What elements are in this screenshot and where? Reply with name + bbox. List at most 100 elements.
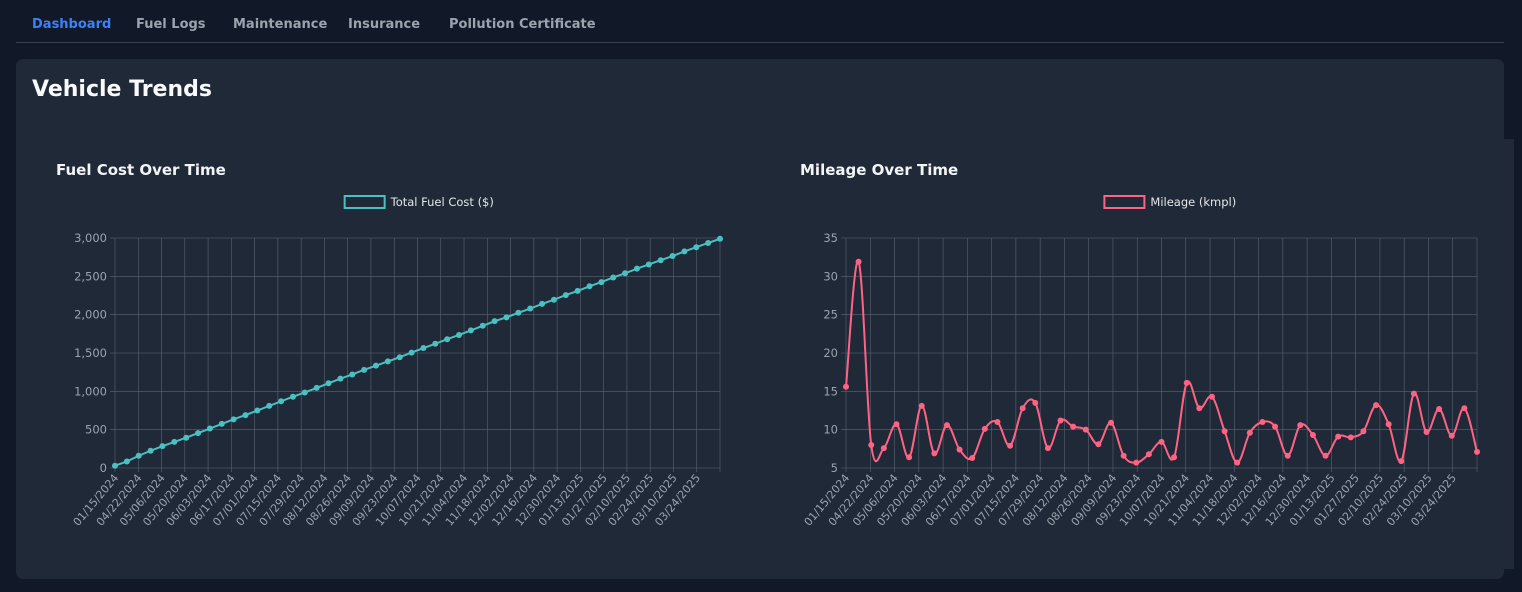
data-point[interactable] bbox=[843, 383, 849, 390]
data-point[interactable] bbox=[1171, 454, 1178, 461]
data-point[interactable] bbox=[717, 235, 723, 242]
data-point[interactable] bbox=[361, 366, 368, 373]
tab-maintenance[interactable]: Maintenance bbox=[233, 17, 327, 32]
data-point[interactable] bbox=[1133, 459, 1140, 466]
data-point[interactable] bbox=[195, 430, 202, 437]
data-point[interactable] bbox=[645, 261, 652, 268]
tab-pollution-certificate[interactable]: Pollution Certificate bbox=[449, 17, 596, 32]
data-point[interactable] bbox=[503, 314, 510, 321]
data-point[interactable] bbox=[1385, 421, 1392, 428]
data-point[interactable] bbox=[112, 462, 118, 469]
data-point[interactable] bbox=[598, 279, 605, 286]
data-point[interactable] bbox=[1373, 402, 1380, 409]
data-point[interactable] bbox=[1183, 379, 1190, 386]
data-point[interactable] bbox=[981, 425, 988, 432]
data-point[interactable] bbox=[657, 257, 664, 264]
data-point[interactable] bbox=[994, 419, 1001, 425]
data-point[interactable] bbox=[1423, 428, 1430, 435]
data-point[interactable] bbox=[1398, 458, 1405, 465]
tab-insurance[interactable]: Insurance bbox=[348, 17, 420, 32]
data-point[interactable] bbox=[242, 412, 249, 419]
data-point[interactable] bbox=[432, 340, 439, 347]
data-point[interactable] bbox=[610, 274, 617, 281]
data-point[interactable] bbox=[1410, 390, 1417, 397]
legend-swatch[interactable] bbox=[343, 195, 386, 209]
data-point[interactable] bbox=[1007, 442, 1014, 449]
data-point[interactable] bbox=[550, 296, 557, 303]
data-point[interactable] bbox=[693, 244, 700, 251]
tab-dashboard[interactable]: Dashboard bbox=[32, 17, 111, 32]
data-point[interactable] bbox=[372, 362, 379, 369]
data-point[interactable] bbox=[1120, 452, 1127, 459]
data-point[interactable] bbox=[183, 434, 190, 441]
data-point[interactable] bbox=[206, 425, 213, 432]
data-point[interactable] bbox=[467, 327, 474, 334]
data-point[interactable] bbox=[218, 420, 225, 427]
data-point[interactable] bbox=[880, 445, 887, 452]
data-point[interactable] bbox=[289, 393, 296, 400]
data-point[interactable] bbox=[1221, 428, 1228, 435]
data-point[interactable] bbox=[868, 442, 875, 448]
data-point[interactable] bbox=[420, 345, 427, 352]
data-point[interactable] bbox=[969, 455, 976, 462]
data-point[interactable] bbox=[1347, 434, 1354, 441]
data-point[interactable] bbox=[230, 416, 237, 423]
data-point[interactable] bbox=[123, 458, 130, 465]
data-point[interactable] bbox=[1234, 459, 1241, 466]
data-point[interactable] bbox=[408, 349, 415, 356]
data-point[interactable] bbox=[479, 322, 486, 329]
data-point[interactable] bbox=[444, 336, 451, 343]
data-point[interactable] bbox=[159, 443, 166, 450]
data-point[interactable] bbox=[1057, 417, 1064, 424]
data-point[interactable] bbox=[906, 454, 913, 461]
data-point[interactable] bbox=[1461, 405, 1468, 412]
data-point[interactable] bbox=[147, 447, 154, 454]
data-point[interactable] bbox=[1259, 419, 1266, 425]
data-point[interactable] bbox=[1145, 451, 1152, 458]
data-point[interactable] bbox=[943, 422, 950, 429]
data-point[interactable] bbox=[456, 331, 463, 338]
data-point[interactable] bbox=[918, 402, 925, 409]
data-point[interactable] bbox=[1246, 429, 1253, 436]
data-point[interactable] bbox=[1070, 423, 1077, 430]
data-point[interactable] bbox=[135, 452, 142, 459]
data-point[interactable] bbox=[1032, 399, 1039, 406]
data-point[interactable] bbox=[254, 407, 261, 414]
data-point[interactable] bbox=[527, 305, 534, 312]
data-point[interactable] bbox=[384, 358, 391, 365]
data-point[interactable] bbox=[1335, 433, 1342, 440]
data-point[interactable] bbox=[325, 380, 332, 387]
data-point[interactable] bbox=[1309, 432, 1316, 439]
data-point[interactable] bbox=[855, 258, 862, 265]
data-point[interactable] bbox=[1272, 423, 1279, 430]
data-point[interactable] bbox=[1082, 426, 1089, 433]
data-point[interactable] bbox=[893, 421, 900, 428]
data-point[interactable] bbox=[396, 354, 403, 361]
data-point[interactable] bbox=[1158, 438, 1165, 445]
data-point[interactable] bbox=[931, 450, 938, 457]
data-point[interactable] bbox=[705, 239, 712, 246]
data-point[interactable] bbox=[622, 270, 629, 277]
data-point[interactable] bbox=[171, 438, 178, 445]
data-point[interactable] bbox=[1044, 445, 1051, 452]
data-point[interactable] bbox=[539, 300, 546, 307]
data-point[interactable] bbox=[515, 309, 522, 316]
data-point[interactable] bbox=[349, 371, 356, 378]
data-point[interactable] bbox=[669, 253, 676, 260]
data-point[interactable] bbox=[1284, 452, 1291, 459]
data-point[interactable] bbox=[1448, 432, 1455, 439]
data-point[interactable] bbox=[1196, 405, 1203, 412]
data-point[interactable] bbox=[681, 248, 688, 255]
data-point[interactable] bbox=[491, 318, 498, 325]
data-point[interactable] bbox=[278, 398, 285, 405]
data-point[interactable] bbox=[574, 287, 581, 294]
data-point[interactable] bbox=[1019, 405, 1026, 412]
data-point[interactable] bbox=[301, 389, 308, 396]
data-point[interactable] bbox=[956, 446, 963, 453]
data-point[interactable] bbox=[1108, 419, 1115, 426]
data-point[interactable] bbox=[313, 384, 320, 391]
data-point[interactable] bbox=[1297, 422, 1304, 429]
data-point[interactable] bbox=[633, 265, 640, 272]
data-point[interactable] bbox=[1095, 441, 1102, 448]
legend-swatch[interactable] bbox=[1103, 195, 1146, 209]
